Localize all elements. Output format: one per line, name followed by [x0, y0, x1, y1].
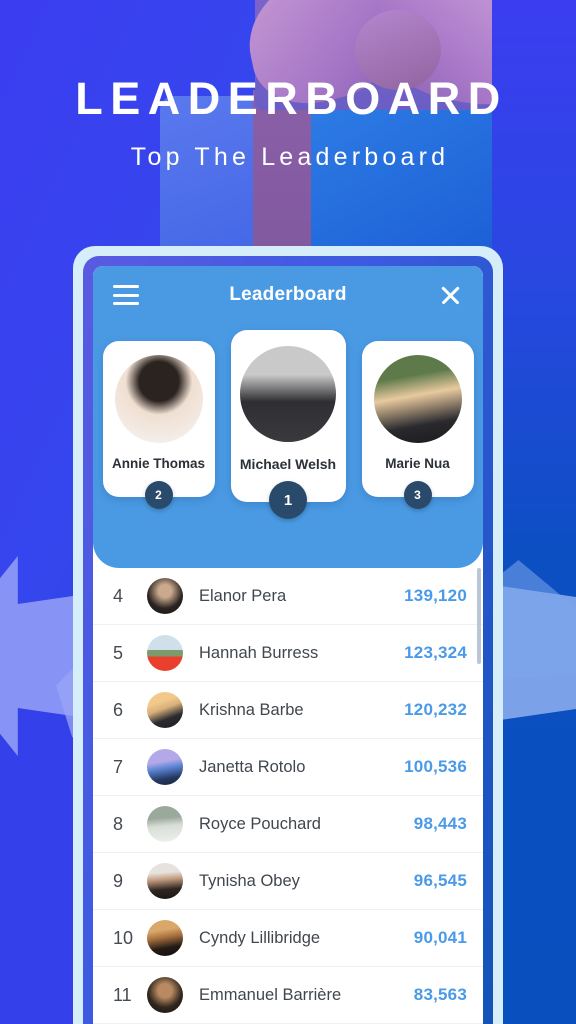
app-topbar: Leaderboard	[93, 266, 483, 324]
row-name: Cyndy Lillibridge	[199, 928, 321, 947]
avatar	[114, 355, 203, 443]
avatar	[147, 749, 183, 785]
row-rank: 9	[113, 870, 124, 891]
avatar	[147, 692, 183, 728]
row-name: Elanor Pera	[199, 586, 287, 605]
avatar	[147, 578, 183, 614]
row-score: 98,443	[413, 814, 467, 833]
row-rank: 10	[113, 927, 134, 948]
podium-card-third[interactable]: Marie Nua 3	[361, 341, 474, 509]
avatar	[147, 863, 183, 899]
table-row[interactable]: 5 Hannah Burress 123,324	[93, 625, 483, 682]
avatar	[147, 806, 183, 842]
app-header-panel: Leaderboard Annie Thomas 2 Michael Welsh…	[93, 266, 483, 568]
podium-name: Michael Welsh	[239, 456, 337, 472]
row-name: Hannah Burress	[199, 643, 319, 662]
app-title: Leaderboard	[229, 284, 347, 305]
scrollbar[interactable]	[477, 568, 481, 664]
avatar	[147, 977, 183, 1013]
podium-name: Marie Nua	[385, 456, 450, 471]
poster-title: LEADERBOARD	[75, 73, 508, 124]
row-score: 123,324	[404, 643, 467, 662]
row-name: Emmanuel Barrière	[199, 985, 342, 1004]
phone-bezel: Leaderboard Annie Thomas 2 Michael Welsh…	[83, 256, 493, 1024]
avatar	[373, 355, 462, 443]
table-row[interactable]: 4 Elanor Pera 139,120	[93, 568, 483, 625]
podium-top-three: Annie Thomas 2 Michael Welsh 1 Marie Nua…	[93, 328, 483, 568]
rank-badge: 1	[269, 481, 307, 519]
row-rank: 11	[113, 984, 132, 1005]
row-score: 90,041	[413, 928, 467, 947]
podium-card-first[interactable]: Michael Welsh 1	[230, 330, 346, 519]
phone-screen: Leaderboard Annie Thomas 2 Michael Welsh…	[93, 266, 483, 1024]
poster-titles: LEADERBOARD Top The Leaderboard	[0, 0, 576, 172]
phone-mockup: Leaderboard Annie Thomas 2 Michael Welsh…	[73, 246, 503, 1024]
row-rank: 7	[113, 756, 124, 777]
row-rank: 5	[113, 642, 124, 663]
row-score: 83,563	[413, 985, 467, 1004]
row-score: 120,232	[404, 700, 467, 719]
row-score: 96,545	[413, 871, 467, 890]
avatar	[147, 920, 183, 956]
row-rank: 8	[113, 813, 124, 834]
avatar	[147, 635, 183, 671]
rank-badge: 3	[403, 481, 432, 509]
avatar	[240, 346, 336, 442]
leaderboard-list[interactable]: 4 Elanor Pera 139,120 5 Hannah Burress 123,32…	[93, 568, 483, 1024]
row-name: Royce Pouchard	[199, 814, 321, 833]
rank-badge: 2	[144, 481, 173, 509]
poster-subtitle: Top The Leaderboard	[130, 143, 450, 171]
row-name: Janetta Rotolo	[199, 757, 306, 776]
row-score: 100,536	[404, 757, 467, 776]
podium-card-second[interactable]: Annie Thomas 2	[102, 341, 215, 509]
table-row[interactable]: 9 Tynisha Obey 96,545	[93, 853, 483, 910]
hamburger-menu-icon[interactable]	[113, 285, 139, 305]
table-row[interactable]: 6 Krishna Barbe 120,232	[93, 682, 483, 739]
row-name: Tynisha Obey	[199, 871, 300, 890]
table-row[interactable]: 11 Emmanuel Barrière 83,563	[93, 967, 483, 1024]
row-name: Krishna Barbe	[199, 700, 304, 719]
close-icon[interactable]	[437, 282, 463, 308]
table-row[interactable]: 8 Royce Pouchard 98,443	[93, 796, 483, 853]
row-rank: 6	[113, 699, 124, 720]
row-score: 139,120	[404, 586, 467, 605]
table-row[interactable]: 7 Janetta Rotolo 100,536	[93, 739, 483, 796]
row-rank: 4	[113, 585, 124, 606]
table-row[interactable]: 10 Cyndy Lillibridge 90,041	[93, 910, 483, 967]
podium-name: Annie Thomas	[111, 456, 205, 471]
